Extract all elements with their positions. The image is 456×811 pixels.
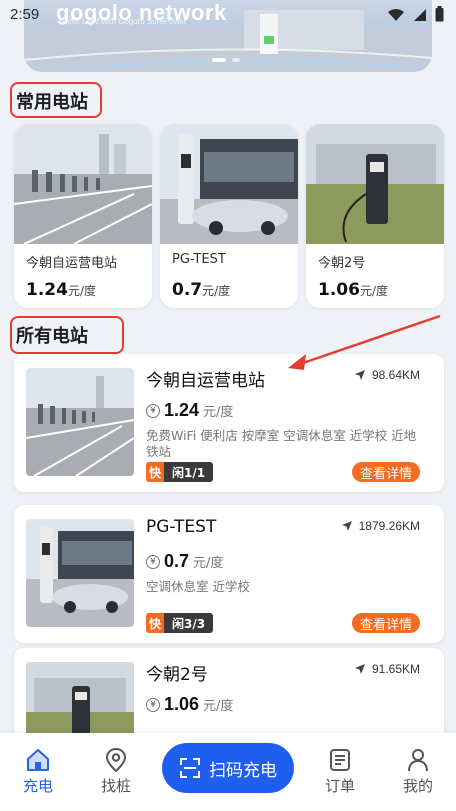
price-unit: 元/度 [193, 556, 224, 571]
nav-item-find[interactable]: 找桩 [88, 747, 144, 796]
price-value: 0.7 [164, 551, 190, 571]
distance-value: 1879.26KM [358, 519, 420, 533]
wifi-icon [387, 7, 405, 26]
charger-status: 快 闲3/3 [146, 613, 214, 633]
yen-icon: ¥ [146, 403, 160, 418]
distance-value: 98.64KM [371, 368, 420, 382]
fast-charge-badge: 快 [146, 462, 164, 482]
station-distance: 1879.26KM [341, 519, 420, 533]
frequent-station-price: 1.24元/度 [26, 280, 96, 300]
nav-item-profile[interactable]: 我的 [390, 747, 446, 796]
status-icons [387, 6, 444, 26]
price-unit: 元/度 [202, 284, 231, 298]
yen-icon: ¥ [146, 554, 160, 569]
frequent-station-card[interactable]: 今朝2号 1.06元/度 [306, 124, 444, 308]
home-icon [27, 749, 49, 771]
station-photo [14, 124, 152, 245]
frequent-station-price: 0.7元/度 [172, 280, 230, 300]
idle-count-badge: 闲1/1 [164, 462, 214, 482]
price-value: 1.06 [164, 694, 200, 714]
frequent-station-name: PG-TEST [172, 252, 226, 267]
station-price: ¥ 1.24 元/度 [146, 400, 233, 421]
navigation-arrow-icon [341, 521, 352, 531]
nav-label: 订单 [324, 777, 355, 795]
station-distance: 98.64KM [354, 368, 420, 382]
station-price: ¥ 1.06 元/度 [146, 694, 233, 715]
station-photo [160, 124, 298, 244]
yen-icon: ¥ [146, 697, 160, 712]
frequent-station-name: 今朝自运营电站 [26, 256, 118, 271]
price-unit: 元/度 [67, 284, 96, 298]
charger-status: 快 闲1/1 [146, 462, 214, 482]
user-icon [408, 749, 428, 772]
banner-pagination [212, 58, 240, 62]
station-distance: 91.65KM [354, 662, 420, 676]
status-time: 2:59 [10, 6, 40, 23]
nav-label: 找桩 [100, 777, 131, 795]
station-photo [306, 124, 444, 244]
fast-charge-badge: 快 [146, 613, 164, 633]
station-name: PG-TEST [146, 517, 217, 537]
nav-item-orders[interactable]: 订单 [312, 747, 368, 796]
navigation-arrow-icon [354, 370, 365, 380]
price-unit: 元/度 [203, 699, 234, 714]
bottom-nav: 充电 找桩 扫码充电 订单 我的 [0, 733, 456, 811]
status-bar: 2:59 [0, 0, 456, 32]
price-value: 1.24 [26, 280, 68, 300]
price-unit: 元/度 [203, 405, 234, 420]
distance-value: 91.65KM [371, 662, 420, 676]
price-unit: 元/度 [359, 284, 388, 298]
station-photo [26, 368, 134, 476]
pagination-dot-active [212, 58, 226, 62]
price-value: 1.06 [318, 280, 360, 300]
price-value: 0.7 [172, 280, 203, 300]
nav-label: 我的 [402, 777, 433, 795]
station-list-item[interactable]: PG-TEST 1879.26KM ¥ 0.7 元/度 空调休息室 近学校 快 … [14, 505, 444, 643]
annotation-box-all [10, 316, 124, 354]
station-photo [26, 519, 134, 627]
idle-count-badge: 闲3/3 [164, 613, 214, 633]
scan-charge-button[interactable]: 扫码充电 [162, 743, 294, 793]
frequent-station-card[interactable]: PG-TEST 0.7元/度 [160, 124, 298, 308]
pagination-dot [232, 58, 240, 62]
navigation-arrow-icon [354, 664, 365, 674]
scan-icon [180, 758, 200, 778]
scan-label: 扫码充电 [209, 760, 277, 781]
nav-item-charge[interactable]: 充电 [10, 747, 66, 796]
nav-label: 充电 [22, 777, 53, 795]
price-value: 1.24 [164, 400, 200, 420]
signal-icon [413, 7, 427, 26]
order-list-icon [330, 749, 350, 771]
view-details-button[interactable]: 查看详情 [351, 613, 420, 633]
station-name: 今朝2号 [146, 665, 208, 685]
annotation-box-frequent [10, 82, 102, 118]
station-name: 今朝自运营电站 [146, 371, 265, 391]
frequent-station-card[interactable]: 今朝自运营电站 1.24元/度 [14, 124, 152, 308]
battery-icon [435, 6, 444, 26]
station-price: ¥ 0.7 元/度 [146, 551, 223, 572]
station-list-item[interactable]: 今朝自运营电站 98.64KM ¥ 1.24 元/度 免费WiFi 便利店 按摩… [14, 354, 444, 492]
frequent-station-price: 1.06元/度 [318, 280, 388, 300]
frequent-station-name: 今朝2号 [318, 256, 366, 271]
station-amenities: 免费WiFi 便利店 按摩室 空调休息室 近学校 近地铁站 [146, 428, 417, 459]
location-pin-icon [105, 747, 127, 773]
station-amenities: 空调休息室 近学校 [146, 579, 250, 594]
view-details-button[interactable]: 查看详情 [351, 462, 420, 482]
